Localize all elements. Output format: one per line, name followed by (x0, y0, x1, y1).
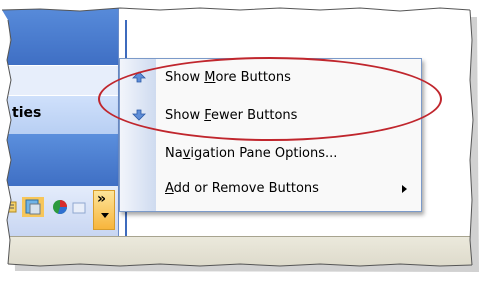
screenshot-stage: ties » Show More Buttons Show Fewer Butt… (0, 0, 485, 286)
torn-paper-edge (1, 7, 474, 267)
